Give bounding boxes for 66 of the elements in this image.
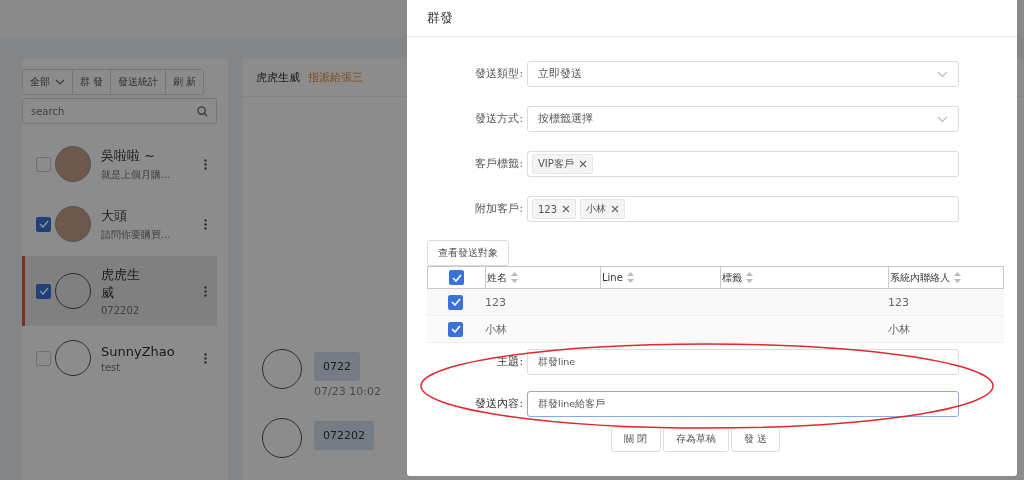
close-icon[interactable] [611,205,620,213]
contact-name: SunnyZhao [101,343,176,359]
column-header[interactable]: 系統內聯絡人 [888,267,1003,288]
message-preview: 072202 [101,305,141,316]
column-header[interactable]: 標籤 [720,267,888,288]
message-bubble: 072202 [314,421,374,450]
message-preview: test [101,361,122,373]
photo-placeholder [55,146,91,182]
view-recipients-button[interactable]: 查看發送對象 [427,240,509,266]
tag-label: 123 [538,203,558,215]
tag-field[interactable]: 123 小林 [527,196,959,222]
checkbox[interactable] [36,216,51,232]
more-icon[interactable] [204,285,207,297]
field-label: 客戶標籤: [474,157,523,171]
checkbox[interactable] [448,321,463,337]
field-label: 發送內容: [474,397,523,411]
checkbox[interactable] [36,283,51,299]
dialog-button[interactable]: 關 閉 [611,427,661,452]
toolbar-button[interactable]: 全部 [22,69,73,95]
text-field[interactable]: 群發line給客戶 [527,391,959,417]
contact-item[interactable]: 大頭 請問你要購買... [22,196,217,252]
message-time: 07/23 10:02 [314,385,381,398]
contact-name: 吳啦啦 ~ [101,146,157,165]
chevron-icon [937,70,948,78]
contact-name: 大頭 [101,206,128,225]
table-cell: 123 [485,295,506,309]
tag-label: VIP客戶 [538,157,574,171]
toolbar-button[interactable]: 群 發 [72,69,112,95]
more-icon[interactable] [204,158,207,170]
field-label: 附加客戶: [474,202,523,216]
more-icon[interactable] [204,218,207,230]
photo-placeholder [55,206,91,242]
column-header[interactable]: 姓名 [485,267,600,288]
dialog-button[interactable]: 發 送 [730,427,780,452]
dialog-title: 群發 [407,0,1017,37]
text-field[interactable]: 群發line [527,349,959,375]
contact-name: 虎虎生威 [101,266,141,302]
more-icon[interactable] [204,352,207,364]
table-cell: 123 [888,295,909,309]
field-label: 發送方式: [474,112,523,126]
close-icon[interactable] [562,205,571,213]
chevron-icon [937,115,948,123]
checkbox[interactable] [449,270,464,285]
dialog-button[interactable]: 存為草稿 [662,427,729,452]
search-field[interactable]: search [22,98,217,124]
assignee-label: 指派給張三 [308,69,363,85]
toolbar-button[interactable]: 刷 新 [165,69,205,95]
close-icon[interactable] [578,160,587,168]
tag-label: 小林 [586,202,607,216]
column-header[interactable]: Line [600,267,720,288]
field-label: 發送類型: [474,67,523,81]
contact-item[interactable]: SunnyZhao test [22,330,217,386]
contact-item[interactable]: 虎虎生威 072202 [22,256,217,326]
checkbox[interactable] [448,294,463,310]
select-field[interactable]: 按標籤選擇 [527,106,959,132]
tag-field[interactable]: VIP客戶 [527,151,959,177]
checkbox[interactable] [36,156,51,172]
select-field[interactable]: 立即發送 [527,61,959,87]
chat-title: 虎虎生威 [256,69,300,85]
message-preview: 請問你要購買... [101,227,172,242]
table-cell: 小林 [485,321,507,337]
toolbar-button[interactable]: 發送統計 [110,69,167,95]
checkbox[interactable] [36,350,51,366]
message-bubble: 0722 [314,352,360,381]
search-icon [197,106,208,117]
table-cell: 小林 [888,321,910,337]
